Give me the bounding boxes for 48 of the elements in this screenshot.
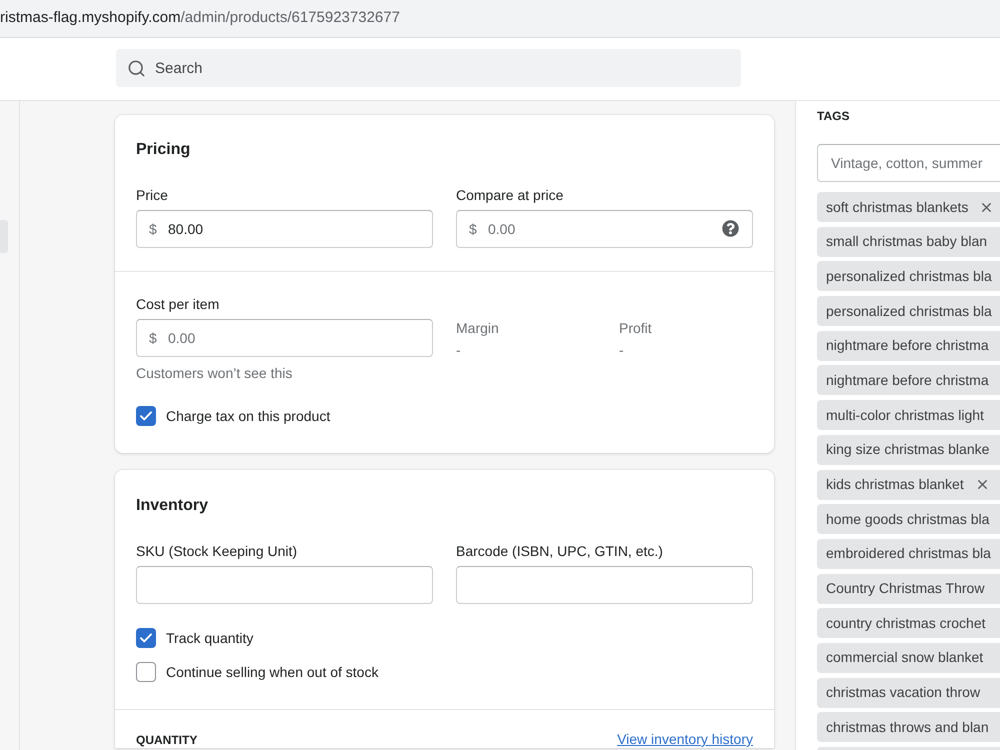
margin-label: Margin (456, 319, 500, 338)
check-icon (140, 411, 152, 421)
tag-label: personalized christmas bla (826, 302, 992, 321)
check-icon (140, 633, 152, 643)
checkbox[interactable] (136, 628, 156, 648)
margin-value: - (456, 341, 462, 360)
checkbox[interactable] (136, 406, 156, 426)
barcode-field[interactable] (456, 566, 753, 604)
tags-heading: TAGS (817, 108, 850, 124)
field-label: Barcode (ISBN, UPC, GTIN, etc.) (456, 542, 664, 561)
tag-label: nightmare before christma (826, 370, 989, 390)
profit-value: - (619, 341, 625, 360)
help-icon[interactable] (722, 220, 739, 237)
currency-symbol: $ (149, 220, 157, 238)
checkbox-label: Track quantity (166, 629, 254, 648)
checkbox[interactable] (136, 662, 156, 682)
tag-label: personalized christmas bla (826, 266, 992, 286)
currency-symbol: $ (149, 329, 157, 347)
tag-label: home goods christmas bla (826, 510, 990, 529)
tag-label: country christmas crochet (826, 614, 986, 633)
checkbox-label: Continue selling when out of stock (166, 663, 378, 682)
card-title: Pricing (136, 140, 192, 160)
tag-label: king size christmas blanke (826, 440, 990, 460)
field-label: Price (136, 186, 169, 205)
tag-label: christmas vacation throw (826, 683, 980, 702)
tag-label: soft christmas blankets (826, 198, 968, 216)
field-label: SKU (Stock Keeping Unit) (136, 542, 298, 561)
tag-label: small christmas baby blan (826, 232, 988, 252)
section-heading: QUANTITY (136, 732, 198, 748)
checkbox-label: Charge tax on this product (166, 407, 330, 426)
sku-field[interactable] (136, 566, 433, 604)
currency-symbol: $ (469, 220, 477, 238)
search-field[interactable]: Search (116, 49, 741, 87)
tags-field[interactable]: Vintage, cotton, summer (817, 144, 1000, 182)
tag-label: multi-color christmas light (826, 406, 984, 425)
card-title: Inventory (136, 496, 210, 516)
tag-label: commercial snow blanket (826, 648, 984, 668)
inventory-history-link[interactable]: View inventory history (617, 731, 753, 748)
profit-label: Profit (619, 319, 652, 338)
tag-label: kids christmas blanket (826, 475, 964, 494)
tag-label: nightmare before christma (826, 336, 989, 356)
tag-label: Country Christmas Throw (826, 579, 984, 598)
tag-label: embroidered christmas bla (826, 544, 991, 564)
field-label: Cost per item (136, 295, 220, 314)
search-icon (127, 59, 146, 78)
field-label: Compare at price (456, 186, 564, 205)
help-text: Customers won’t see this (136, 364, 294, 383)
tag-label: christmas throws and blan (826, 718, 989, 737)
